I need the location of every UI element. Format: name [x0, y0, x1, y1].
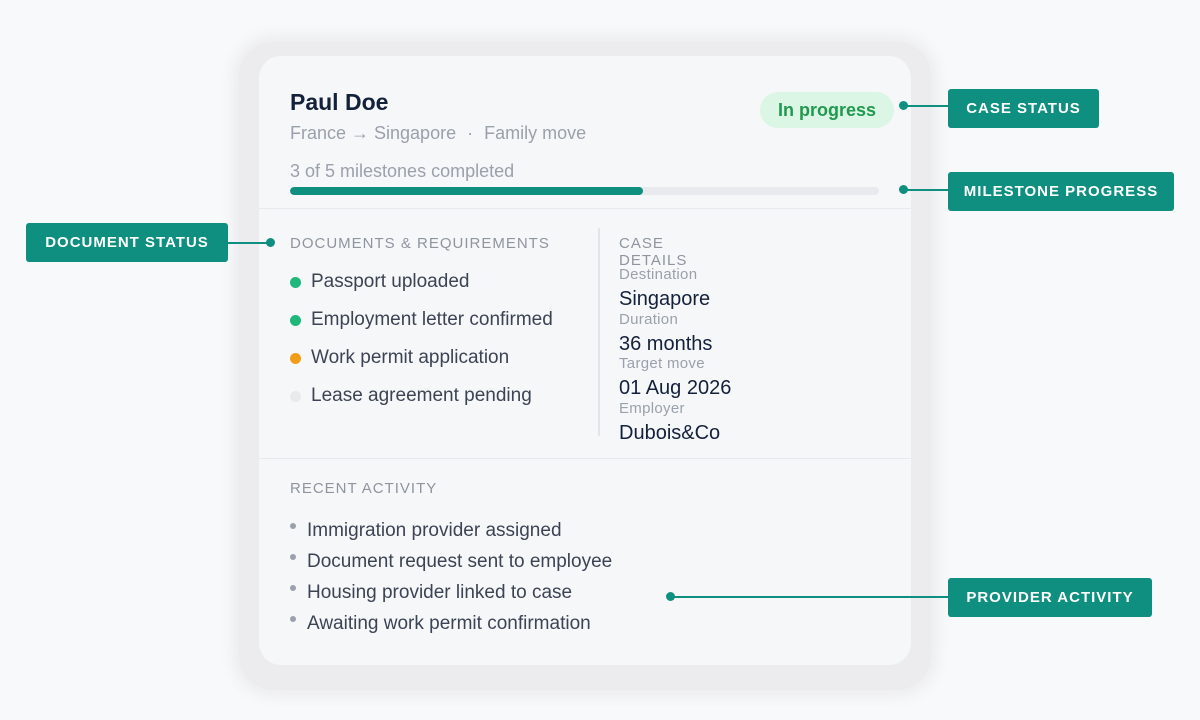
bullet-icon — [290, 553, 296, 560]
activity-item-label: Immigration provider assigned — [307, 519, 562, 541]
detail-value: 01 Aug 2026 — [619, 377, 732, 399]
documents-list: Passport uploaded Employment letter confi… — [290, 263, 553, 415]
activity-item-label: Housing provider linked to case — [307, 581, 573, 603]
document-item-label: Employment letter confirmed — [311, 309, 553, 330]
document-status-dot — [290, 276, 301, 288]
route-separator: · — [467, 123, 474, 143]
document-item: Work permit application — [290, 339, 553, 377]
document-item-label: Passport uploaded — [311, 271, 470, 292]
detail-label: Duration — [619, 310, 679, 328]
column-divider — [598, 228, 600, 436]
detail-value: Singapore — [619, 288, 711, 310]
header-divider — [259, 208, 911, 209]
activity-divider — [259, 458, 911, 459]
activity-item: Document request sent to employee — [290, 546, 612, 577]
document-status-dot — [290, 390, 301, 402]
provider-activity-callout: PROVIDER ACTIVITY — [948, 578, 1152, 617]
document-item-label: Lease agreement pending — [311, 385, 532, 406]
document-status-callout: DOCUMENT STATUS — [26, 223, 228, 262]
activity-section-title: RECENT ACTIVITY — [290, 480, 438, 497]
relocation-route: France → Singapore · Family move — [290, 123, 586, 144]
document-item: Passport uploaded — [290, 263, 553, 301]
activity-item-label: Document request sent to employee — [307, 550, 613, 572]
employee-name: Paul Doe — [290, 89, 389, 115]
provider-activity-connector — [671, 596, 948, 598]
documents-section-title: DOCUMENTS & REQUIREMENTS — [290, 235, 550, 252]
milestone-progress-connector — [904, 189, 948, 191]
case-overview-screen: Paul Doe France → Singapore · Family move … — [0, 0, 1200, 720]
detail-label: Target move — [619, 355, 705, 372]
document-status-dot — [290, 352, 301, 364]
detail-value: 36 months — [619, 332, 713, 355]
case-status-callout: CASE STATUS — [948, 89, 1099, 128]
activity-item: Immigration provider assigned — [290, 515, 612, 546]
bullet-icon — [290, 522, 296, 529]
bullet-icon — [290, 584, 296, 591]
route-text: France → Singapore — [290, 123, 457, 143]
milestone-progress-bar — [290, 187, 879, 195]
activity-list: Immigration provider assigned Document re… — [290, 515, 612, 639]
document-item: Employment letter confirmed — [290, 301, 553, 339]
document-item-label: Work permit application — [311, 347, 510, 368]
case-details-title: CASE DETAILS — [619, 235, 688, 269]
bullet-icon — [290, 615, 296, 622]
document-status-anchor — [266, 238, 275, 247]
case-status-connector — [904, 105, 948, 107]
move-type: Family move — [484, 123, 587, 143]
case-status-badge: In progress — [760, 92, 894, 128]
activity-item: Housing provider linked to case — [290, 577, 612, 608]
activity-item: Awaiting work permit confirmation — [290, 608, 612, 639]
detail-label: Employer — [619, 399, 685, 417]
milestone-progress-label: 3 of 5 milestones completed — [290, 161, 515, 181]
document-status-dot — [290, 314, 301, 326]
case-card: Paul Doe France → Singapore · Family move … — [259, 56, 911, 665]
detail-label: Destination — [619, 266, 698, 283]
milestone-progress-callout: MILESTONE PROGRESS — [948, 172, 1174, 211]
milestone-progress-fill — [290, 187, 644, 195]
detail-value: Dubois&Co — [619, 421, 721, 444]
document-item: Lease agreement pending — [290, 377, 553, 415]
activity-item-label: Awaiting work permit confirmation — [307, 612, 591, 634]
document-status-connector — [228, 242, 271, 244]
